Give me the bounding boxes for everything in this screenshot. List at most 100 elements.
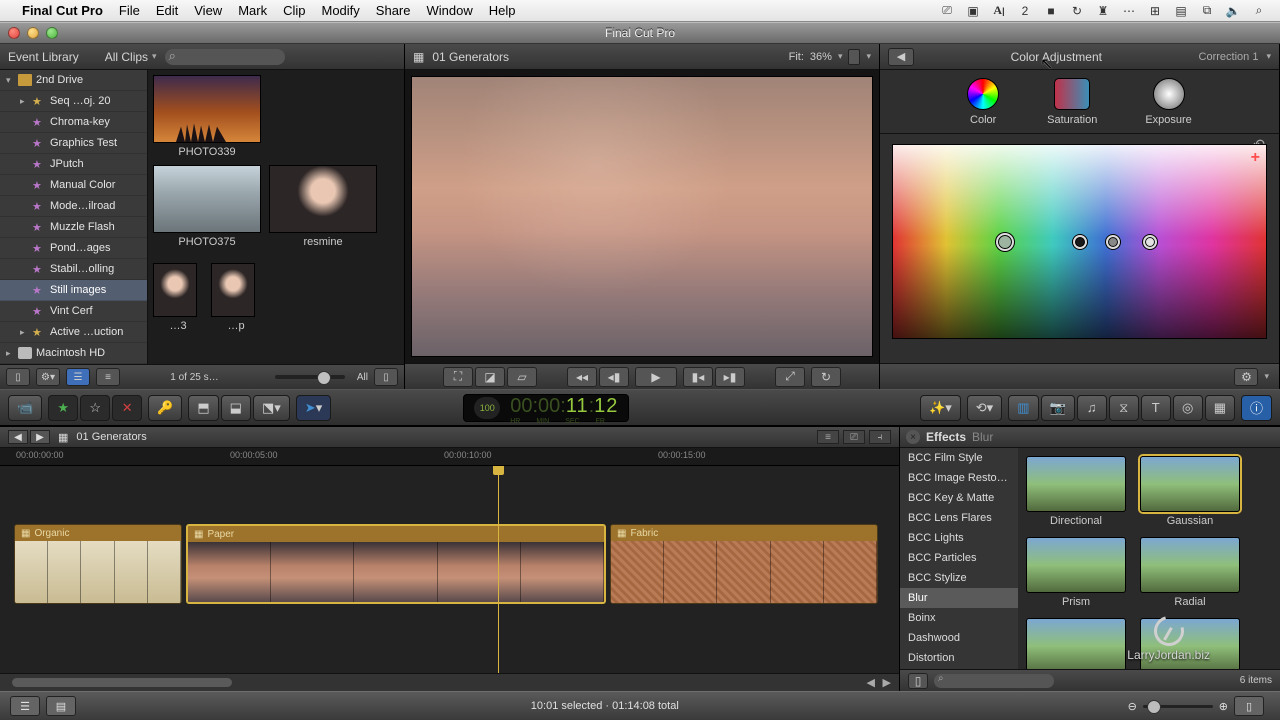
step-fwd-button[interactable]: ▮◂ (683, 367, 713, 387)
tree-event[interactable]: ★Muzzle Flash (0, 217, 147, 238)
chevron-down-icon[interactable]: ▾ (838, 51, 843, 62)
timeline-tracks[interactable]: ▦Organic▦Paper▦Fabric (0, 466, 899, 673)
color-tab[interactable]: Color (967, 78, 999, 126)
volume-icon[interactable]: 🔈 (1223, 4, 1243, 18)
status-icon[interactable]: ■ (1041, 4, 1061, 18)
arrow-tool-button[interactable]: ➤ ▾ (296, 395, 331, 421)
spotlight-icon[interactable]: ⌕ (1249, 4, 1269, 18)
connect-clip-button[interactable]: ⬒ (188, 395, 218, 421)
import-button[interactable]: 📹 (8, 395, 42, 421)
status-icon[interactable]: ⎚ (937, 4, 957, 18)
scrollbar-thumb[interactable] (12, 678, 232, 687)
view-mode-list-button[interactable]: ≡ (96, 368, 120, 386)
chevron-down-icon[interactable]: ▾ (1266, 51, 1271, 62)
timeline-snap-button[interactable]: ⫞ (869, 430, 891, 444)
timecode-display[interactable]: 100 00:00:11:12 HRMINSECFR (463, 394, 629, 422)
effect-item[interactable]: Radial (1140, 537, 1240, 608)
chevron-down-icon[interactable]: ▾ (866, 51, 871, 62)
tree-event[interactable]: ★Vint Cerf (0, 301, 147, 322)
tree-event[interactable]: ★JPutch (0, 154, 147, 175)
status-icon[interactable]: ♜ (1093, 4, 1113, 18)
menu-edit[interactable]: Edit (156, 3, 178, 18)
menu-file[interactable]: File (119, 3, 140, 18)
effects-category-item[interactable]: BCC Particles (900, 548, 1018, 568)
effects-browser-button[interactable]: ▥ (1008, 395, 1038, 421)
timeline-appearance-button[interactable]: ⎚ (843, 430, 865, 444)
clip-item[interactable]: PHOTO339 (154, 76, 260, 158)
effect-item[interactable] (1026, 618, 1126, 669)
enhance-menu-button[interactable]: ✨▾ (920, 395, 961, 421)
effects-category-item[interactable]: BCC Film Style (900, 448, 1018, 468)
view-mode-grid-button[interactable]: ☰ (66, 368, 90, 386)
menu-mark[interactable]: Mark (238, 3, 267, 18)
play-button[interactable]: ▶ (635, 367, 677, 387)
playhead[interactable] (498, 466, 499, 673)
grid-icon[interactable]: ⊞ (1145, 4, 1165, 18)
tree-event[interactable]: ★Manual Color (0, 175, 147, 196)
tree-drive[interactable]: ▸Macintosh HD (0, 343, 147, 364)
tree-event[interactable]: ★Mode…ilroad (0, 196, 147, 217)
generators-browser-button[interactable]: ◎ (1173, 395, 1203, 421)
timeline-history-back[interactable]: ◀ (8, 430, 28, 444)
library-search-input[interactable] (165, 49, 285, 65)
add-puck-icon[interactable]: + (1251, 149, 1260, 167)
timeline-index-button[interactable]: ≡ (817, 430, 839, 444)
timeline-clip[interactable]: ▦Fabric (610, 524, 878, 604)
menu-modify[interactable]: Modify (322, 3, 360, 18)
tree-event[interactable]: ★Stabil…olling (0, 259, 147, 280)
tree-event-selected[interactable]: ★Still images (0, 280, 147, 301)
clip-filter-dropdown[interactable]: All Clips▾ (105, 50, 157, 64)
clip-item[interactable]: PHOTO375 (154, 166, 260, 248)
status-icon[interactable]: ▣ (963, 4, 983, 18)
filmstrip-toggle-button[interactable]: ▯ (6, 368, 30, 386)
color-board[interactable]: + (892, 144, 1267, 339)
loop-button[interactable]: ↻ (811, 367, 841, 387)
effect-item[interactable]: Prism (1026, 537, 1126, 608)
tree-event[interactable]: ★Pond…ages (0, 238, 147, 259)
effects-category-item[interactable]: Blur (900, 588, 1018, 608)
effects-search-input[interactable]: ⌕ (934, 674, 1054, 688)
close-window-button[interactable] (8, 27, 20, 39)
tree-drive[interactable]: ▾2nd Drive (0, 70, 147, 91)
close-panel-button[interactable]: × (906, 430, 920, 444)
overflow-icon[interactable]: ⋯ (1119, 4, 1139, 18)
effects-view-button[interactable]: ▯ (908, 673, 928, 689)
tree-event[interactable]: ▸★Seq …oj. 20 (0, 91, 147, 112)
timeline-scrollbar[interactable]: ◀ ▶ (0, 673, 899, 691)
transitions-browser-button[interactable]: ⧖ (1109, 395, 1139, 421)
tree-event[interactable]: ▸★Active …uction (0, 322, 147, 343)
effect-item[interactable]: Directional (1026, 456, 1126, 527)
effects-category-item[interactable]: Distortion (900, 648, 1018, 668)
display-icon[interactable]: ▤ (1171, 4, 1191, 18)
inspector-settings-button[interactable]: ⚙ (1234, 368, 1258, 386)
settings-button[interactable]: ⚙▾ (36, 368, 60, 386)
zoom-out-icon[interactable]: ⊖ (1128, 700, 1137, 713)
scroll-right-icon[interactable]: ▶ (883, 676, 891, 689)
adobe-status-icon[interactable]: A| (989, 4, 1009, 18)
effects-category-item[interactable]: BCC Lens Flares (900, 508, 1018, 528)
append-clip-button[interactable]: ⬔▾ (253, 395, 290, 421)
tree-event[interactable]: ★Graphics Test (0, 133, 147, 154)
saturation-tab[interactable]: Saturation (1047, 78, 1097, 126)
themes-browser-button[interactable]: ▦ (1205, 395, 1235, 421)
minimize-window-button[interactable] (27, 27, 39, 39)
menu-share[interactable]: Share (376, 3, 411, 18)
time-machine-icon[interactable]: ↻ (1067, 4, 1087, 18)
viewer-canvas[interactable] (411, 76, 873, 357)
favorite-button[interactable]: ★ (48, 395, 78, 421)
step-back-button[interactable]: ◂▮ (599, 367, 629, 387)
timeline-history-fwd[interactable]: ▶ (30, 430, 50, 444)
unrate-button[interactable]: ☆ (80, 395, 110, 421)
effect-item[interactable] (1140, 618, 1240, 669)
prev-edit-button[interactable]: ◂◂ (567, 367, 597, 387)
menu-help[interactable]: Help (489, 3, 516, 18)
insert-clip-button[interactable]: ⬓ (221, 395, 251, 421)
thumbnail-size-slider[interactable] (275, 375, 345, 379)
timeline-clip[interactable]: ▦Paper (186, 524, 606, 604)
timeline-clip[interactable]: ▦Organic (14, 524, 182, 604)
retime-menu-button[interactable]: ⟲▾ (967, 395, 1002, 421)
reject-button[interactable]: ✕ (112, 395, 142, 421)
scroll-left-icon[interactable]: ◀ (867, 676, 875, 689)
effects-category-item[interactable]: BCC Key & Matte (900, 488, 1018, 508)
transform-button[interactable]: ⛶ (443, 367, 473, 387)
